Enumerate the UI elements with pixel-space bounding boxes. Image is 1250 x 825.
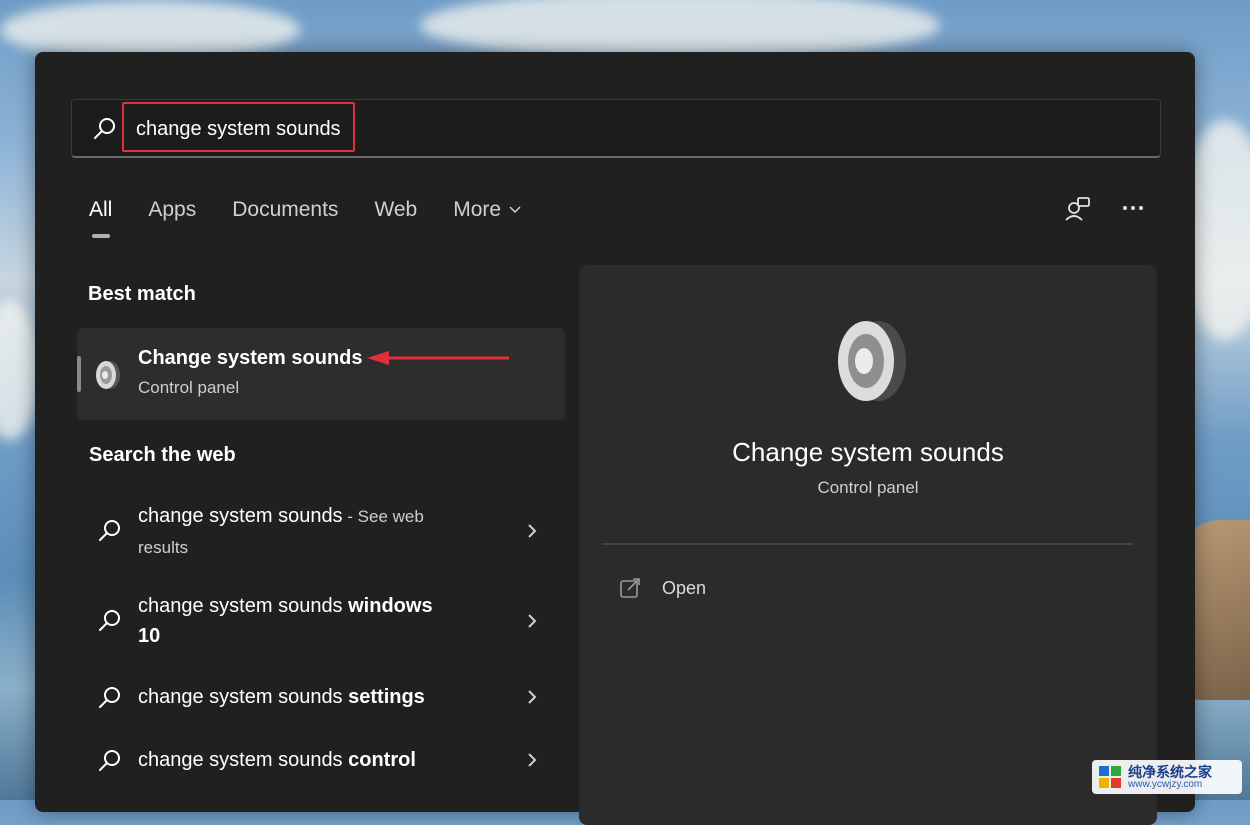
speaker-icon	[96, 361, 120, 389]
best-match-subtitle: Control panel	[138, 378, 240, 397]
web-result-query: change system sounds	[138, 686, 349, 708]
filter-tabs: All Apps Documents Web More	[89, 198, 557, 238]
search-input[interactable]: change system sounds	[122, 102, 355, 152]
web-result-1[interactable]: change system sounds - See web results	[77, 500, 565, 570]
open-external-icon	[620, 578, 640, 598]
more-options-icon[interactable]	[1118, 195, 1148, 225]
web-result-text: change system sounds windows 10	[138, 591, 458, 651]
web-result-text: change system sounds settings	[138, 682, 518, 712]
tab-all[interactable]: All	[89, 198, 112, 238]
feedback-icon[interactable]	[1063, 195, 1093, 225]
tab-more-label: More	[453, 198, 502, 221]
preview-title: Change system sounds	[732, 437, 1004, 467]
search-icon	[99, 610, 120, 631]
web-result-query: change system sounds	[138, 749, 349, 771]
tab-web[interactable]: Web	[374, 198, 417, 222]
watermark-logo: 纯净系统之家 www.ycwjzy.com	[1092, 760, 1242, 794]
search-panel: change system sounds All Apps Documents …	[35, 52, 1195, 825]
cloud	[0, 0, 300, 60]
cloud	[0, 300, 40, 440]
windows-logo-icon	[1099, 766, 1121, 788]
best-match-heading: Best match	[88, 283, 196, 305]
chevron-right-icon	[528, 690, 537, 704]
open-action[interactable]: Open	[619, 575, 819, 605]
search-icon	[99, 520, 120, 541]
open-label: Open	[662, 578, 707, 598]
selection-indicator	[77, 356, 81, 392]
tab-more[interactable]: More	[453, 198, 521, 222]
annotation-arrow	[367, 351, 509, 365]
preview-subtitle: Control panel	[817, 478, 919, 497]
web-result-query: change system sounds	[138, 505, 343, 527]
chevron-right-icon	[528, 753, 537, 767]
web-result-3[interactable]: change system sounds settings	[77, 680, 565, 724]
tab-apps[interactable]: Apps	[148, 198, 196, 222]
watermark-url: www.ycwjzy.com	[1128, 779, 1203, 790]
web-result-query: change system sounds	[138, 595, 349, 617]
web-result-2[interactable]: change system sounds windows 10	[77, 590, 565, 660]
search-web-heading: Search the web	[89, 444, 236, 466]
search-icon	[99, 687, 120, 708]
search-icon	[99, 750, 120, 771]
divider	[602, 543, 1133, 545]
web-result-text: change system sounds control	[138, 745, 518, 775]
preview-pane: Change system sounds Control panel Open	[579, 265, 1157, 825]
chevron-right-icon	[528, 614, 537, 628]
tab-documents[interactable]: Documents	[232, 198, 338, 222]
chevron-down-icon	[509, 206, 521, 214]
search-icon	[94, 118, 115, 139]
web-result-text: change system sounds - See web results	[138, 501, 458, 563]
web-result-bold: control	[348, 749, 416, 771]
chevron-right-icon	[528, 524, 537, 538]
search-box[interactable]: change system sounds	[71, 99, 1161, 158]
web-result-4[interactable]: change system sounds control	[77, 744, 565, 788]
speaker-icon	[838, 321, 906, 401]
best-match-result[interactable]: Change system sounds Control panel	[77, 328, 565, 420]
cloud	[420, 0, 940, 60]
best-match-title: Change system sounds	[138, 347, 363, 369]
web-result-bold: settings	[348, 686, 425, 708]
